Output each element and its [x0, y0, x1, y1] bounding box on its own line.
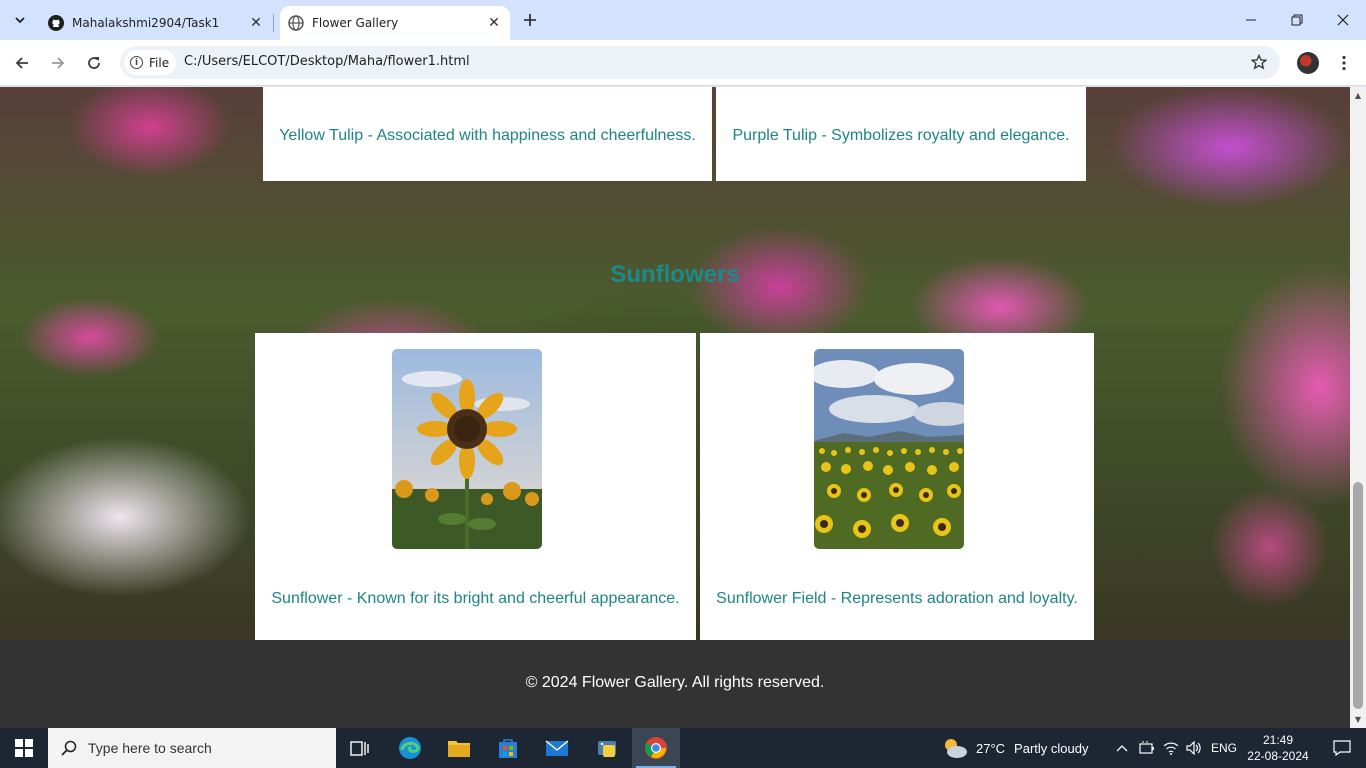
wifi-icon	[1163, 742, 1179, 755]
sunflower-image	[392, 349, 542, 549]
card-caption: Sunflower - Known for its bright and che…	[271, 590, 680, 607]
speaker-icon	[1186, 741, 1201, 755]
bookmark-star-button[interactable]	[1248, 51, 1270, 73]
tab-search-button[interactable]	[8, 8, 32, 32]
url-text[interactable]: C:/Users/ELCOT/Desktop/Maha/flower1.html	[184, 54, 470, 69]
forward-button[interactable]	[45, 50, 71, 76]
search-placeholder: Type here to search	[88, 740, 212, 756]
notification-icon	[1333, 740, 1351, 756]
weather-temperature: 27°C	[976, 740, 1006, 756]
gallery-card-sunflower-field: Sunflower Field - Represents adoration a…	[700, 333, 1094, 640]
close-tab-icon[interactable]: ✕	[246, 13, 266, 33]
globe-icon	[288, 15, 304, 31]
task-view-button[interactable]	[336, 728, 384, 768]
sunflower-field-image	[814, 349, 964, 549]
file-explorer-app[interactable]	[435, 728, 483, 768]
more-vertical-icon	[1342, 55, 1346, 71]
folder-icon	[448, 741, 470, 757]
card-caption: Yellow Tulip - Associated with happiness…	[279, 127, 696, 144]
chevron-down-icon	[15, 17, 25, 24]
close-icon	[1337, 14, 1349, 26]
taskbar-search-box[interactable]: Type here to search	[48, 728, 336, 768]
volume-tray-button[interactable]	[1183, 728, 1205, 768]
page-scrollbar[interactable]: ▲ ▼	[1350, 87, 1366, 728]
tab-title: Mahalakshmi2904/Task1	[72, 16, 220, 30]
star-icon	[1251, 54, 1267, 70]
tab-strip: Mahalakshmi2904/Task1 ✕ Flower Gallery ✕	[0, 0, 1366, 40]
store-icon	[499, 739, 517, 758]
task-view-icon	[350, 741, 369, 756]
mail-app[interactable]	[533, 728, 581, 768]
reload-button[interactable]	[81, 50, 107, 76]
battery-tray-button[interactable]	[1136, 728, 1158, 768]
restore-icon	[1291, 14, 1303, 26]
mail-icon	[545, 740, 569, 756]
clock-date: 22-08-2024	[1247, 749, 1309, 763]
section-title-sunflowers: Sunflowers	[610, 261, 740, 288]
new-tab-button[interactable]	[518, 8, 542, 32]
tab-flower-gallery[interactable]: Flower Gallery ✕	[280, 6, 510, 40]
windows-taskbar: Type here to search 27°C Partly cloudy E	[0, 728, 1366, 768]
browser-toolbar: i File C:/Users/ELCOT/Desktop/Maha/flowe…	[0, 40, 1366, 86]
python-icon	[598, 741, 616, 757]
edge-icon	[399, 737, 421, 759]
close-window-button[interactable]	[1320, 0, 1366, 40]
scroll-up-arrow-icon[interactable]: ▲	[1353, 90, 1363, 100]
battery-icon	[1139, 741, 1154, 754]
weather-description: Partly cloudy	[1014, 740, 1089, 756]
chrome-icon	[645, 737, 667, 759]
plus-icon	[524, 14, 536, 26]
site-info-label: File	[149, 55, 170, 70]
back-button[interactable]	[9, 50, 35, 76]
reload-icon	[88, 57, 100, 69]
profile-avatar[interactable]	[1297, 52, 1319, 74]
chevron-up-icon	[1116, 745, 1128, 752]
weather-widget[interactable]: 27°C Partly cloudy	[942, 728, 1088, 768]
network-tray-button[interactable]	[1160, 728, 1182, 768]
clock-time: 21:49	[1262, 733, 1294, 747]
tab-separator	[273, 14, 274, 32]
minimize-icon	[1246, 19, 1256, 21]
partly-cloudy-icon	[942, 737, 968, 759]
address-bar[interactable]: i File C:/Users/ELCOT/Desktop/Maha/flowe…	[120, 46, 1280, 79]
close-tab-icon[interactable]: ✕	[484, 13, 504, 33]
footer-copyright: © 2024 Flower Gallery. All rights reserv…	[525, 674, 825, 691]
minimize-button[interactable]	[1228, 0, 1274, 40]
gallery-card-purple-tulip: Purple Tulip - Symbolizes royalty and el…	[716, 87, 1086, 181]
arrow-right-icon	[52, 57, 65, 69]
chrome-app[interactable]	[632, 728, 680, 768]
info-icon: i	[130, 56, 143, 69]
windows-logo-icon	[15, 739, 33, 757]
notifications-button[interactable]	[1318, 728, 1366, 768]
scrollbar-thumb[interactable]	[1353, 482, 1363, 709]
page-footer: © 2024 Flower Gallery. All rights reserv…	[0, 640, 1350, 728]
show-hidden-icons-button[interactable]	[1112, 728, 1132, 768]
search-icon	[60, 739, 78, 757]
card-caption: Purple Tulip - Symbolizes royalty and el…	[732, 127, 1070, 144]
gallery-card-yellow-tulip: Yellow Tulip - Associated with happiness…	[263, 87, 712, 181]
microsoft-store-app[interactable]	[484, 728, 532, 768]
taskbar-clock[interactable]: 21:49 22-08-2024	[1246, 732, 1310, 764]
scroll-down-arrow-icon[interactable]: ▼	[1353, 714, 1363, 724]
github-icon	[48, 15, 64, 31]
card-caption: Sunflower Field - Represents adoration a…	[716, 590, 1078, 607]
page-viewport: Yellow Tulip - Associated with happiness…	[0, 87, 1350, 728]
edge-app[interactable]	[386, 728, 434, 768]
site-info-chip[interactable]: i File	[124, 50, 176, 75]
start-button[interactable]	[0, 728, 48, 768]
python-app[interactable]	[583, 728, 631, 768]
arrow-left-icon	[15, 57, 28, 69]
gallery-card-sunflower: Sunflower - Known for its bright and che…	[255, 333, 696, 640]
tab-title: Flower Gallery	[312, 16, 399, 30]
browser-menu-button[interactable]	[1334, 51, 1354, 75]
restore-button[interactable]	[1274, 0, 1320, 40]
tab-github[interactable]: Mahalakshmi2904/Task1 ✕	[40, 6, 272, 40]
language-indicator[interactable]: ENG	[1208, 728, 1240, 768]
